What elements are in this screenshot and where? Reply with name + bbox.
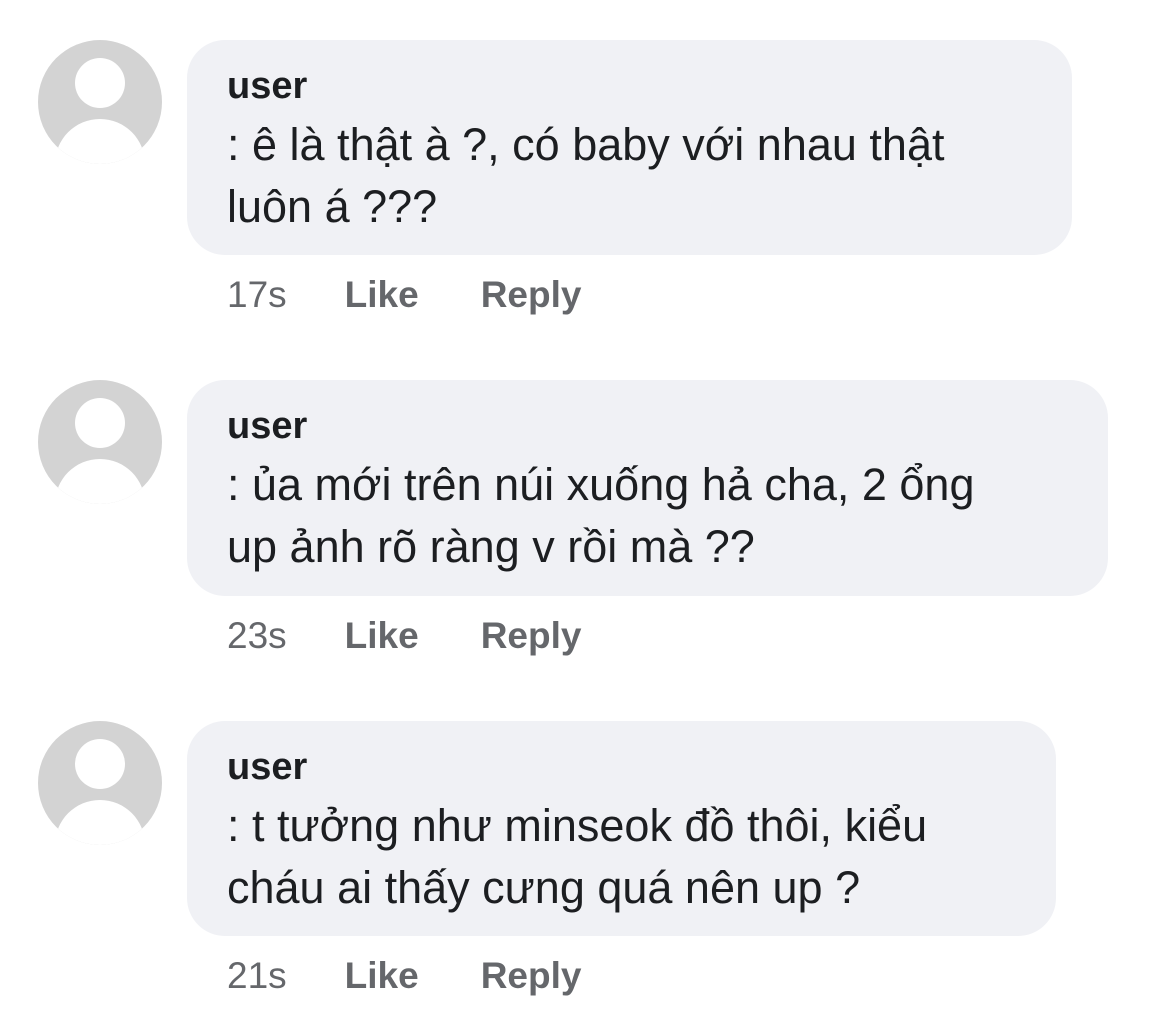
- like-button[interactable]: Like: [345, 954, 419, 998]
- comment-text-line: : t tưởng như minseok đồ thôi, kiểu: [227, 800, 928, 851]
- avatar-body-shape: [55, 459, 145, 504]
- comment-username[interactable]: user: [227, 64, 1032, 108]
- like-button[interactable]: Like: [345, 273, 419, 317]
- comment-text-line: up ảnh rõ ràng v rồi mà ??: [227, 521, 755, 572]
- comment-bubble: user : ủa mới trên núi xuống hả cha, 2 ổ…: [187, 380, 1108, 596]
- avatar[interactable]: [38, 40, 162, 164]
- comment-actions: 17s Like Reply: [227, 273, 581, 317]
- avatar-head-shape: [75, 739, 125, 789]
- avatar-head-shape: [75, 398, 125, 448]
- comment-text: : t tưởng như minseok đồ thôi, kiểu cháu…: [227, 795, 1016, 919]
- comment-timestamp: 23s: [227, 615, 287, 656]
- like-button[interactable]: Like: [345, 614, 419, 658]
- reply-button[interactable]: Reply: [481, 954, 582, 998]
- comment-text-line: : ê là thật à ?, có baby với nhau thật: [227, 119, 945, 170]
- comment-text-line: : ủa mới trên núi xuống hả cha, 2 ổng: [227, 459, 975, 510]
- avatar[interactable]: [38, 721, 162, 845]
- comment-timestamp: 21s: [227, 955, 287, 996]
- comment-actions: 23s Like Reply: [227, 614, 581, 658]
- avatar-body-shape: [55, 800, 145, 845]
- comment-bubble: user : t tưởng như minseok đồ thôi, kiểu…: [187, 721, 1056, 936]
- comment-text-line: cháu ai thấy cưng quá nên up ?: [227, 862, 861, 913]
- comment-username[interactable]: user: [227, 745, 1016, 789]
- reply-button[interactable]: Reply: [481, 614, 582, 658]
- comment-actions: 21s Like Reply: [227, 954, 581, 998]
- comment-text: : ê là thật à ?, có baby với nhau thật l…: [227, 114, 1032, 238]
- avatar[interactable]: [38, 380, 162, 504]
- avatar-body-shape: [55, 119, 145, 164]
- comment-bubble: user : ê là thật à ?, có baby với nhau t…: [187, 40, 1072, 255]
- comment-text: : ủa mới trên núi xuống hả cha, 2 ổng up…: [227, 454, 1068, 578]
- comment-username[interactable]: user: [227, 404, 1068, 448]
- avatar-head-shape: [75, 58, 125, 108]
- reply-button[interactable]: Reply: [481, 273, 582, 317]
- comment-timestamp: 17s: [227, 274, 287, 315]
- comment-text-line: luôn á ???: [227, 181, 438, 232]
